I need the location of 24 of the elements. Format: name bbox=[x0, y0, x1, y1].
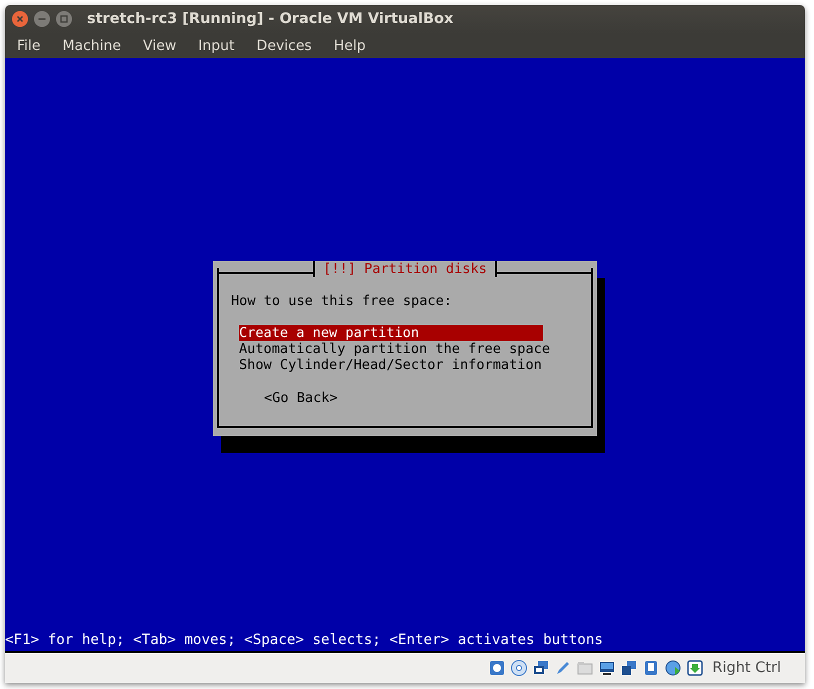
dialog-title: [!!] Partition disks bbox=[313, 261, 497, 277]
optical-disc-icon[interactable] bbox=[510, 659, 528, 677]
window-title: stretch-rc3 [Running] - Oracle VM VirtualBox bbox=[87, 11, 454, 27]
windows-icon[interactable] bbox=[620, 659, 638, 677]
menu-option[interactable]: Create a new partition bbox=[239, 325, 543, 341]
help-line: <F1> for help; <Tab> moves; <Space> selects; <Enter> activates buttons bbox=[5, 632, 604, 648]
download-icon[interactable] bbox=[686, 659, 704, 677]
menu-item[interactable]: Machine bbox=[56, 36, 128, 56]
menu-item[interactable]: Input bbox=[192, 36, 241, 56]
menu-item[interactable]: Help bbox=[328, 36, 372, 56]
monitor-icon[interactable] bbox=[598, 659, 616, 677]
menu-option[interactable]: Automatically partition the free space bbox=[239, 341, 550, 357]
go-back-button[interactable]: <Go Back> bbox=[264, 390, 338, 406]
menu-item[interactable]: Devices bbox=[250, 36, 318, 56]
network-icon[interactable] bbox=[532, 659, 550, 677]
menu-option[interactable]: Show Cylinder/Head/Sector information bbox=[239, 357, 543, 373]
menu-item[interactable]: File bbox=[11, 36, 46, 56]
maximize-icon[interactable] bbox=[55, 10, 73, 28]
minimize-icon[interactable] bbox=[33, 10, 51, 28]
close-icon[interactable] bbox=[11, 10, 29, 28]
globe-icon[interactable] bbox=[664, 659, 682, 677]
menu-item[interactable]: View bbox=[137, 36, 182, 56]
dialog-prompt: How to use this free space: bbox=[231, 293, 453, 309]
host-key-label: Right Ctrl bbox=[712, 660, 781, 676]
